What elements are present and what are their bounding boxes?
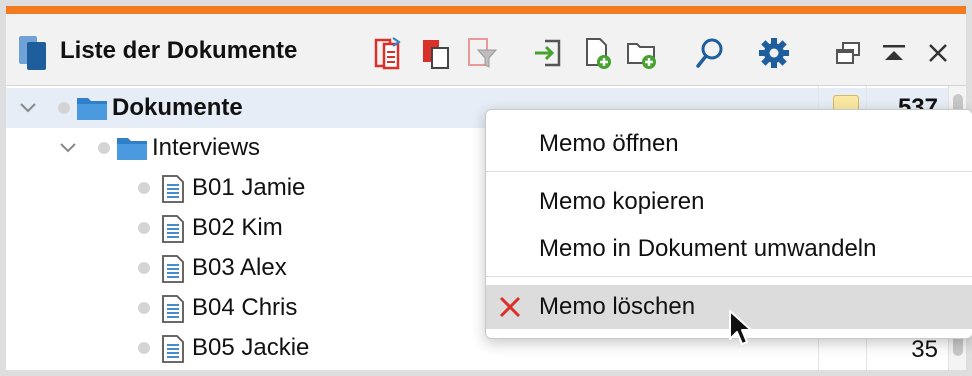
filter-button[interactable] <box>462 32 502 74</box>
undock-button[interactable] <box>828 32 868 74</box>
menu-item-label: Memo in Dokument umwandeln <box>539 235 877 262</box>
search-icon <box>696 38 723 68</box>
tree-label-document: B05 Jackie <box>192 334 310 361</box>
tree-label-document: B01 Jamie <box>192 174 306 201</box>
status-dot <box>138 302 150 314</box>
new-document-button[interactable] <box>578 32 618 74</box>
tree-label-document: B04 Chris <box>192 294 298 321</box>
tree-label-document: B02 Kim <box>192 214 283 241</box>
text-document-icon <box>162 255 184 283</box>
accent-bar <box>6 6 966 14</box>
menu-item-label: Memo öffnen <box>539 130 679 157</box>
menu-item-convert-memo[interactable]: Memo in Dokument umwandeln <box>486 227 972 271</box>
collapse-up-button[interactable] <box>874 32 914 74</box>
new-folder-icon <box>627 43 656 69</box>
chevron-down-icon[interactable] <box>58 140 78 156</box>
close-icon <box>929 44 947 62</box>
status-dot <box>58 102 70 114</box>
status-dot <box>138 222 150 234</box>
mouse-pointer-icon <box>729 310 752 345</box>
menu-item-label: Memo kopieren <box>539 188 705 215</box>
tree-label-root: Dokumente <box>112 94 243 121</box>
menu-item-label: Memo löschen <box>539 293 696 320</box>
gear-icon <box>759 38 789 68</box>
menu-item-copy-memo[interactable]: Memo kopieren <box>486 180 972 224</box>
menu-separator <box>486 171 972 172</box>
text-document-icon <box>162 175 184 203</box>
tree-label-folder: Interviews <box>152 134 261 161</box>
folder-icon <box>77 98 107 120</box>
status-dot <box>98 142 110 154</box>
count-document: 35 <box>911 336 938 363</box>
close-button[interactable] <box>918 32 958 74</box>
x-delete-icon <box>499 296 521 318</box>
memo-context-menu: Memo öffnen Memo kopieren Memo in Dokume… <box>485 109 972 339</box>
collapse-up-icon <box>883 45 905 60</box>
new-document-icon <box>586 38 611 69</box>
import-red-button[interactable] <box>368 32 408 74</box>
copy-docs-icon <box>423 40 449 69</box>
import-document-button[interactable] <box>528 32 568 74</box>
menu-item-open-memo[interactable]: Memo öffnen <box>486 122 972 166</box>
tree-label-document: B03 Alex <box>192 254 287 281</box>
settings-button[interactable] <box>754 32 794 74</box>
chevron-down-icon[interactable] <box>18 100 38 116</box>
text-document-icon <box>162 215 184 243</box>
menu-separator <box>486 276 972 277</box>
undock-window-icon <box>836 42 860 64</box>
toolbar: Liste der Dokumente <box>6 14 966 86</box>
status-dot <box>138 182 150 194</box>
import-red-icon <box>374 37 401 70</box>
login-import-icon <box>535 39 561 67</box>
document-list-app-icon <box>19 36 46 70</box>
copy-documents-button[interactable] <box>416 32 456 74</box>
panel-title: Liste der Dokumente <box>60 37 298 64</box>
text-document-icon <box>162 295 184 323</box>
text-document-icon <box>162 335 184 363</box>
search-button[interactable] <box>690 32 730 74</box>
status-dot <box>138 262 150 274</box>
filter-icon <box>468 38 498 68</box>
new-folder-button[interactable] <box>622 32 662 74</box>
status-dot <box>138 342 150 354</box>
folder-icon <box>117 138 147 160</box>
